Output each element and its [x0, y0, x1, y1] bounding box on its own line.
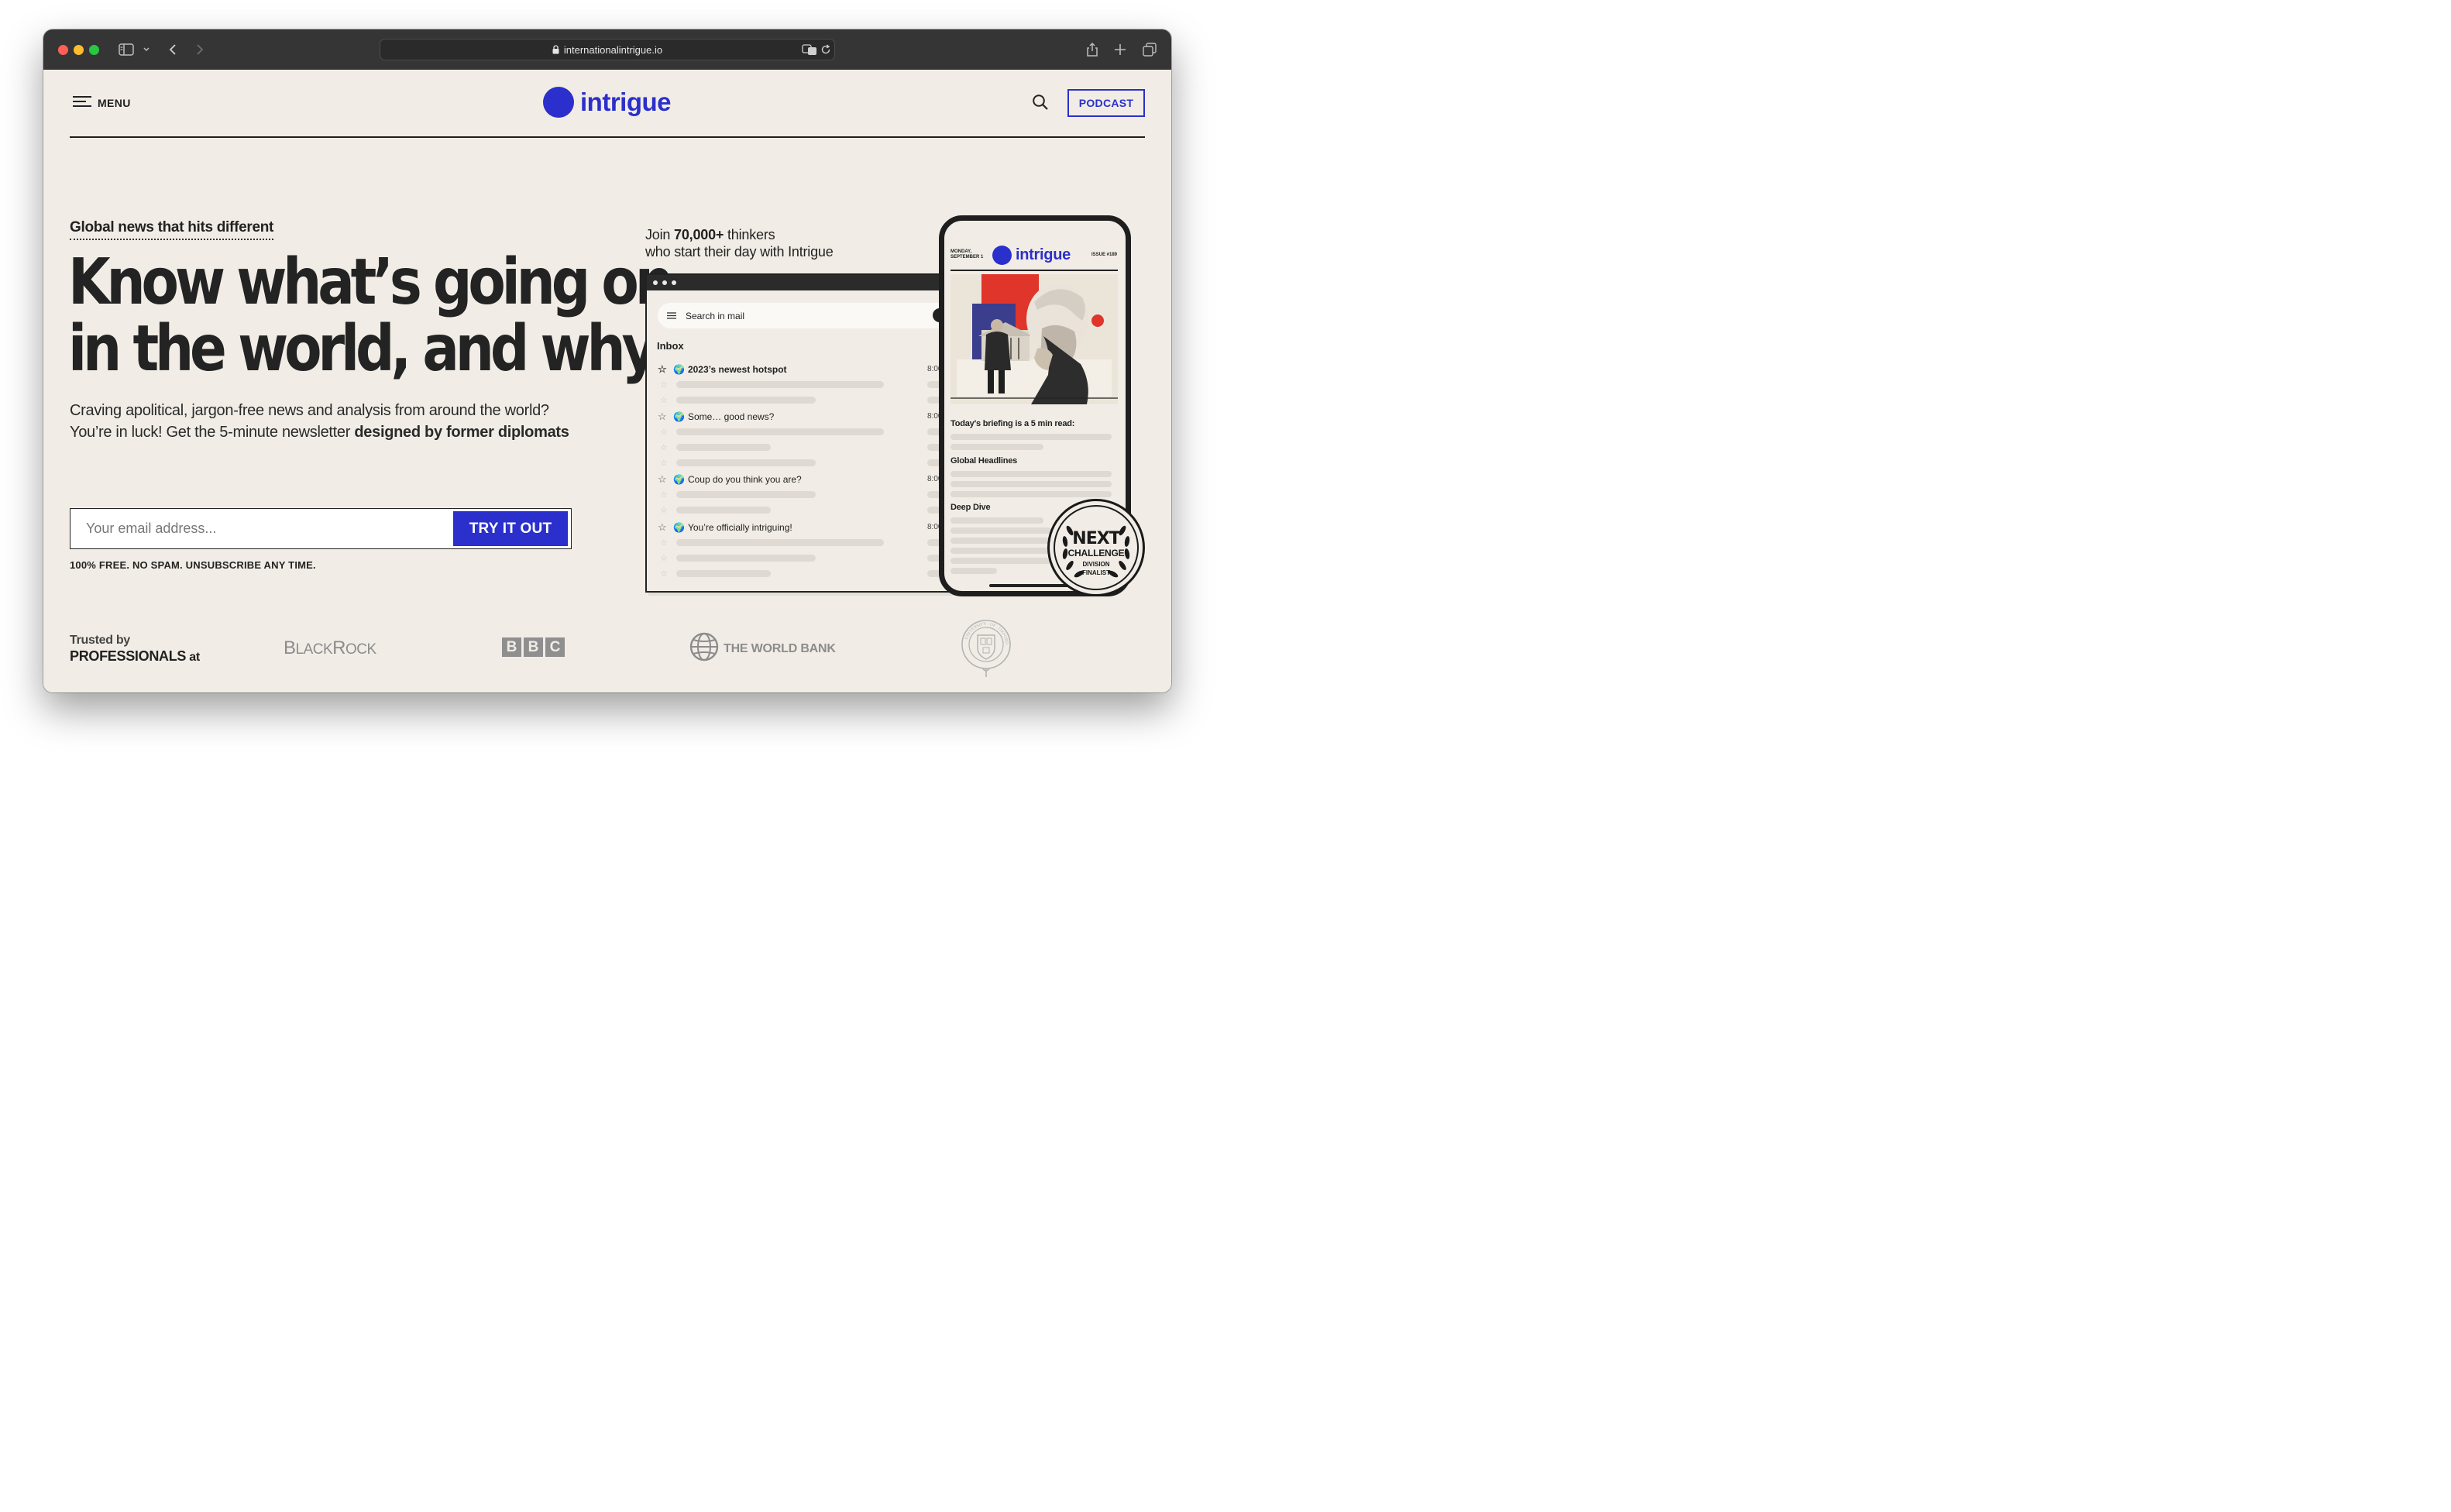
sidebar-toggle-icon[interactable] [118, 40, 135, 59]
mock-email-row: ☆ 🌍 Some… good news? [658, 411, 775, 422]
trusted-by: Trusted by PROFESSIONALS at [70, 634, 200, 666]
world-bank-logo: THE WORLD BANK [689, 632, 836, 665]
subtext-line-2: You’re in luck! Get the 5-minute newslet… [70, 421, 569, 443]
blackrock-logo-text: LACK [295, 641, 333, 658]
next-challenge-finalist-badge: NEXT CHALLENGE DIVISION FINALIST [1047, 499, 1145, 596]
podcast-button[interactable]: PODCAST [1067, 89, 1145, 117]
world-bank-logo-text: THE WORLD BANK [724, 641, 836, 655]
mock-inbox-label: Inbox [657, 340, 684, 352]
phone-section-deep-dive: Deep Dive [950, 503, 991, 512]
badge-line-3: DIVISION FINALIST [1082, 561, 1110, 576]
share-icon[interactable] [1085, 40, 1100, 59]
globe-icon: 🌍 [673, 474, 685, 485]
search-icon[interactable] [1032, 94, 1049, 115]
badge-line-2: CHALLENGE [1067, 548, 1125, 558]
lock-icon [552, 45, 559, 57]
star-icon: ☆ [658, 521, 667, 533]
join-line-2: who start their day with Intrigue [645, 244, 834, 259]
phone-logo: intrigue [992, 246, 1071, 265]
globe-grid-icon [689, 632, 719, 665]
trusted-line-2: PROFESSIONALS at [70, 648, 200, 664]
star-icon: ☆ [658, 411, 667, 422]
tab-overview-icon[interactable] [1142, 40, 1157, 59]
newsletter-collage-image [950, 274, 1118, 404]
mock-email-row: ☆ 🌍 You’re officially intriguing! [658, 521, 792, 533]
email-input[interactable] [70, 509, 453, 548]
zoom-window-button[interactable] [89, 45, 99, 55]
menu-lines-icon [667, 311, 676, 321]
mock-search-bar: Search in mail [658, 303, 952, 328]
subtext-line-2-plain: You’re in luck! Get the 5-minute newslet… [70, 424, 355, 441]
join-suffix: thinkers [724, 227, 775, 242]
mock-email-row: ☆ 🌍 Coup do you think you are? [658, 473, 802, 485]
logo-circle-icon [992, 246, 1012, 265]
subtext-line-1: Craving apolitical, jargon-free news and… [70, 402, 549, 419]
hamburger-icon [73, 96, 91, 109]
browser-titlebar: internationalintrigue.io [43, 29, 1171, 70]
join-count: 70,000+ [674, 227, 724, 242]
phone-briefing-title: Today's briefing is a 5 min read: [950, 419, 1075, 428]
hero-tagline: Global news that hits different [70, 219, 273, 240]
menu-label: MENU [98, 96, 131, 109]
signup-form: TRY IT OUT [70, 508, 572, 549]
reload-icon[interactable] [820, 44, 831, 59]
url-text: internationalintrigue.io [563, 44, 663, 56]
bbc-logo: B B C [502, 637, 565, 657]
mockup-window-bar [647, 275, 954, 290]
star-icon: ☆ [658, 363, 667, 375]
hero-subtext: Craving apolitical, jargon-free news and… [70, 400, 569, 443]
email-client-mockup: Search in mail Inbox ☆ 🌍 2023’s newest hot… [645, 273, 955, 593]
join-text: Join 70,000+ thinkers who start their da… [645, 226, 834, 260]
blackrock-logo: BLACKROCK [284, 637, 376, 658]
star-icon: ☆ [658, 473, 667, 485]
try-it-out-button[interactable]: TRY IT OUT [453, 511, 568, 546]
chevron-down-icon[interactable] [141, 40, 152, 59]
phone-date: MONDAY, SEPTEMBER 1 [950, 249, 984, 259]
signup-fineprint: 100% FREE. NO SPAM. UNSUBSCRIBE ANY TIME… [70, 559, 316, 571]
hero-headline: Know what’s going on in the world, and w… [68, 246, 674, 386]
phone-divider [950, 270, 1118, 271]
back-arrow-icon[interactable] [166, 40, 180, 59]
logo-circle-icon [543, 87, 574, 118]
logo-text: intrigue [580, 87, 672, 116]
intrigue-logo[interactable]: intrigue [543, 87, 672, 118]
forward-arrow-icon[interactable] [193, 40, 207, 59]
globe-icon: 🌍 [673, 411, 685, 422]
mock-search-placeholder: Search in mail [686, 310, 745, 321]
globe-icon: 🌍 [673, 522, 685, 533]
oxford-crest-logo: UNIVERSITY · OF · OXFORD [961, 617, 1012, 684]
globe-icon: 🌍 [673, 364, 685, 375]
menu-button[interactable]: MENU [73, 96, 131, 109]
subtext-line-2-bold: designed by former diplomats [354, 424, 569, 441]
trusted-line-1: Trusted by [70, 634, 130, 647]
new-tab-icon[interactable] [1112, 40, 1128, 59]
mock-email-row: ☆ 🌍 2023’s newest hotspot [658, 363, 787, 375]
minimize-window-button[interactable] [74, 45, 84, 55]
header-divider [70, 136, 1145, 138]
phone-issue-number: ISSUE #189 [1091, 253, 1118, 257]
browser-window: internationalintrigue.io MENU intrigue P… [43, 29, 1171, 692]
translate-icon[interactable] [802, 43, 817, 60]
address-bar[interactable]: internationalintrigue.io [380, 39, 835, 60]
headline-line-2: in the world, and why [68, 312, 658, 386]
join-prefix: Join [645, 227, 675, 242]
badge-line-1: NEXT [1072, 529, 1120, 548]
headline-line-1: Know what’s going on [68, 246, 674, 319]
phone-section-global-headlines: Global Headlines [950, 456, 1018, 466]
webpage: MENU intrigue PODCAST Global news that h… [43, 70, 1171, 692]
close-window-button[interactable] [58, 45, 68, 55]
